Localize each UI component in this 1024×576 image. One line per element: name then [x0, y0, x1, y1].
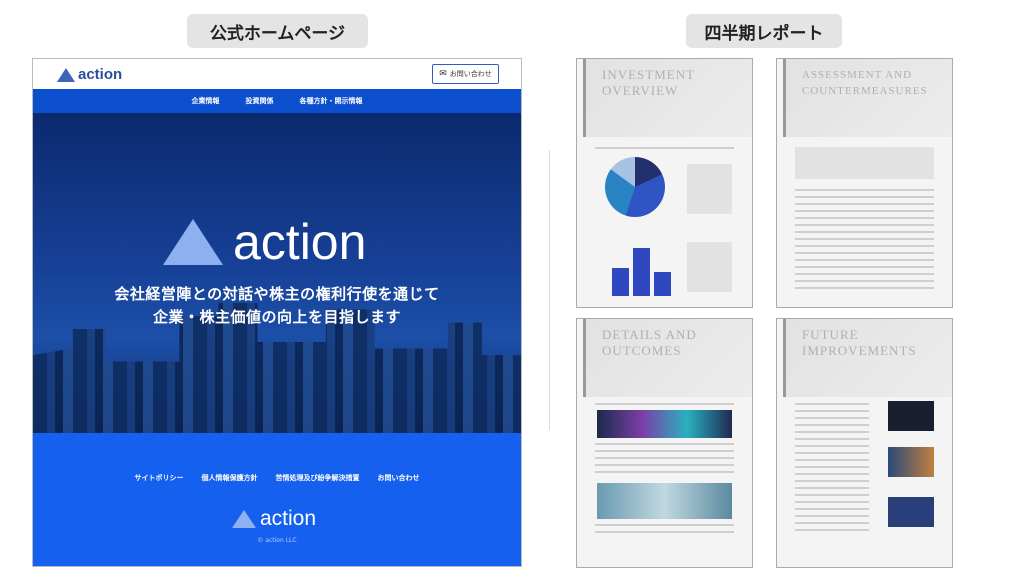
footer-logo: action [232, 507, 316, 531]
page-title-line: DETAILS AND [602, 327, 697, 342]
footer-link-privacy[interactable]: 個人情報保護方針 [202, 473, 258, 483]
logo-mark-icon [57, 67, 75, 82]
nav-investment[interactable]: 投資関係 [246, 96, 274, 106]
logo-mark-icon [232, 510, 256, 528]
report-page-details: DETAILS AND OUTCOMES [576, 318, 753, 568]
report-label: 四半期レポート [686, 14, 842, 48]
tagline-line-1: 会社経営陣との対話や株主の権利行使を通じて [114, 285, 440, 303]
tech-image [597, 410, 732, 438]
copyright: © action LLC [257, 537, 297, 544]
homepage-label: 公式ホームページ [187, 14, 368, 48]
logo-text: action [78, 66, 123, 83]
image [888, 401, 934, 431]
contact-label: お問い合わせ [449, 70, 492, 78]
summary-box [795, 147, 934, 179]
page-title-line: OVERVIEW [602, 83, 679, 98]
hero-logo-text: action [233, 214, 367, 270]
footer-link-complaints[interactable]: 苦情処理及び紛争解決措置 [276, 473, 360, 483]
text-box [687, 242, 732, 292]
hero-logo: action [163, 213, 366, 271]
footer-link-site-policy[interactable]: サイトポリシー [135, 473, 184, 483]
footer-link-contact[interactable]: お問い合わせ [378, 473, 420, 483]
site-logo[interactable]: action [57, 66, 122, 83]
text-box [687, 164, 732, 214]
logo-mark-icon [163, 219, 223, 265]
report-page-future: FUTURE IMPROVEMENTS [776, 318, 953, 568]
nav-company[interactable]: 企業情報 [192, 96, 220, 106]
bar-chart [612, 244, 671, 296]
website-screenshot: action ✉ お問い合わせ 企業情報 投資関係 各種方針・開示情報 actio… [32, 58, 522, 567]
bar [654, 272, 671, 296]
main-nav: 企業情報 投資関係 各種方針・開示情報 [33, 89, 521, 113]
site-header: action ✉ お問い合わせ [33, 59, 521, 89]
page-title-line: COUNTERMEASURES [802, 85, 928, 97]
page-title-line: IMPROVEMENTS [802, 343, 917, 358]
contact-button[interactable]: ✉ お問い合わせ [432, 64, 499, 84]
page-title-line: FUTURE [802, 327, 859, 342]
report-page-investment-overview: INVESTMENT OVERVIEW [576, 58, 753, 308]
page-title-line: INVESTMENT [602, 67, 696, 82]
site-footer: サイトポリシー 個人情報保護方針 苦情処理及び紛争解決措置 お問い合わせ act… [33, 433, 521, 566]
tagline-line-2: 企業・株主価値の向上を目指します [152, 308, 401, 326]
pie-chart [605, 157, 665, 217]
page-title-line: OUTCOMES [602, 343, 682, 358]
report-page-assessment: ASSESSMENT AND COUNTERMEASURES [776, 58, 953, 308]
building-image [597, 483, 732, 519]
image [888, 497, 934, 527]
footer-logo-text: action [260, 507, 317, 530]
bar [612, 268, 629, 296]
divider [549, 150, 550, 430]
bar [633, 248, 650, 296]
nav-policies[interactable]: 各種方針・開示情報 [300, 96, 363, 106]
mail-icon: ✉ [439, 69, 447, 79]
image [888, 447, 934, 477]
page-title-line: ASSESSMENT AND [802, 69, 913, 81]
hero-section: action 会社経営陣との対話や株主の権利行使を通じて 企業・株主価値の向上を… [33, 113, 521, 433]
